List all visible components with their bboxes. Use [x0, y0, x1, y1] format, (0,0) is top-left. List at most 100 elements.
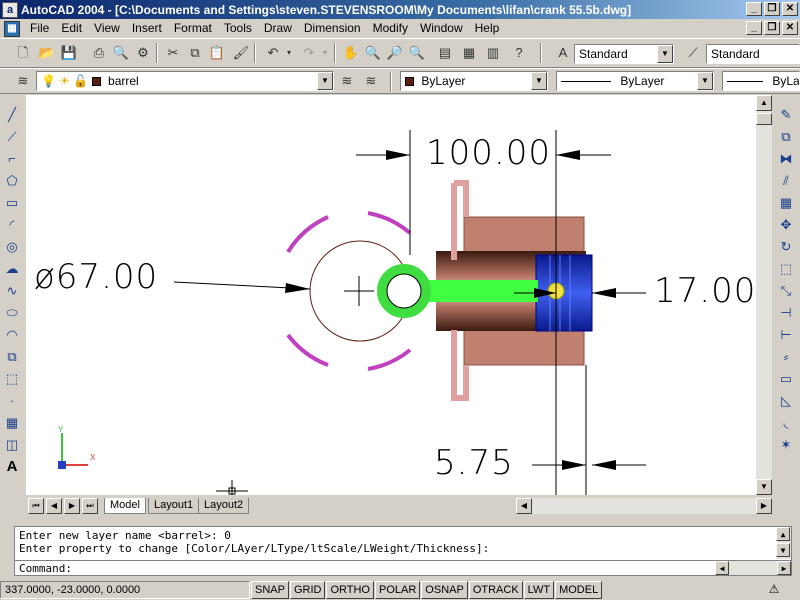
redo-dropdown-icon[interactable]: ▾: [320, 42, 330, 64]
save-icon[interactable]: 💾: [58, 42, 80, 64]
print-preview-icon[interactable]: 🔍: [110, 42, 132, 64]
dim-style-select[interactable]: Standard: [706, 44, 800, 64]
snap-toggle[interactable]: SNAP: [251, 581, 289, 599]
polyline-icon[interactable]: ⌐: [2, 149, 22, 169]
drawing-canvas[interactable]: 100.00 ø67.00 17.00 5.75 Y X: [26, 95, 756, 495]
layer-manager-icon[interactable]: ≋: [12, 70, 34, 92]
menu-draw[interactable]: Draw: [258, 19, 298, 38]
ellipse-icon[interactable]: ⬭: [2, 303, 22, 323]
cut-icon[interactable]: ✂: [162, 42, 184, 64]
zoom-previous-icon[interactable]: 🔍: [406, 42, 428, 64]
rectangle-icon[interactable]: ▭: [2, 193, 22, 213]
extend-icon[interactable]: ⊢: [776, 325, 796, 345]
help-icon[interactable]: ?: [508, 42, 530, 64]
lineweight-select[interactable]: ByLay: [722, 71, 800, 91]
command-input-bar[interactable]: Command: ◀ ▶: [15, 560, 791, 575]
dimension-5-75[interactable]: 5.75: [434, 443, 514, 483]
chevron-down-icon[interactable]: ▼: [657, 45, 673, 63]
last-tab-icon[interactable]: ⏭: [82, 498, 98, 514]
coordinate-readout[interactable]: 337.0000, -23.0000, 0.0000: [0, 581, 250, 599]
dimension-diameter-67[interactable]: ø67.00: [34, 257, 158, 297]
tab-layout1[interactable]: Layout1: [148, 498, 200, 514]
horizontal-scrollbar[interactable]: ◀ ▶: [516, 498, 772, 514]
region-icon[interactable]: ◫: [2, 435, 22, 455]
scroll-left-icon[interactable]: ◀: [516, 498, 532, 514]
linetype-select[interactable]: ByLayer ▼: [556, 71, 714, 91]
menu-window[interactable]: Window: [414, 19, 469, 38]
minimize-button[interactable]: _: [746, 2, 762, 16]
next-tab-icon[interactable]: ▶: [64, 498, 80, 514]
menu-modify[interactable]: Modify: [367, 19, 414, 38]
stretch-icon[interactable]: ⤡: [776, 281, 796, 301]
print-icon[interactable]: ⎙: [88, 42, 110, 64]
open-icon[interactable]: 📂: [36, 42, 58, 64]
dimension-17[interactable]: 17.00: [654, 271, 756, 311]
publish-icon[interactable]: ⚙: [132, 42, 154, 64]
polar-toggle[interactable]: POLAR: [375, 581, 421, 599]
communication-center-icon[interactable]: ⚠: [766, 582, 782, 598]
redo-icon[interactable]: ↷: [298, 42, 320, 64]
circle-icon[interactable]: ◎: [2, 237, 22, 257]
paste-icon[interactable]: 📋: [206, 42, 228, 64]
explode-icon[interactable]: ✶: [776, 435, 796, 455]
prev-tab-icon[interactable]: ◀: [46, 498, 62, 514]
fillet-icon[interactable]: ◟: [776, 413, 796, 433]
doc-restore-button[interactable]: ❐: [764, 21, 780, 35]
color-select[interactable]: ByLayer ▼: [400, 71, 548, 91]
close-button[interactable]: ✕: [782, 2, 798, 16]
menu-view[interactable]: View: [88, 19, 126, 38]
layer-select[interactable]: 💡 ☀ 🔓 barrel ▼: [36, 71, 334, 91]
autocad-app-icon[interactable]: a: [2, 1, 18, 18]
command-scrollbar[interactable]: ▲ ▼: [776, 527, 791, 559]
command-prompt[interactable]: Command:: [19, 562, 72, 575]
move-icon[interactable]: ✥: [776, 215, 796, 235]
copy-icon[interactable]: ⧉: [184, 42, 206, 64]
arc-icon[interactable]: ◜: [2, 215, 22, 235]
first-tab-icon[interactable]: ⏮: [28, 498, 44, 514]
scroll-down-icon[interactable]: ▼: [756, 479, 772, 495]
zoom-window-icon[interactable]: 🔎: [384, 42, 406, 64]
restore-button[interactable]: ❐: [764, 2, 780, 16]
vertical-scrollbar[interactable]: ▲ ▼: [756, 95, 772, 495]
spline-icon[interactable]: ∿: [2, 281, 22, 301]
undo-icon[interactable]: ↶: [262, 42, 284, 64]
chevron-down-icon[interactable]: ▼: [531, 72, 547, 90]
trim-icon[interactable]: ⊣: [776, 303, 796, 323]
polygon-icon[interactable]: ⬠: [2, 171, 22, 191]
scroll-down-icon[interactable]: ▼: [776, 543, 790, 557]
chevron-down-icon[interactable]: ▼: [317, 72, 333, 90]
lwt-toggle[interactable]: LWT: [523, 581, 555, 599]
mirror-icon[interactable]: ⧓: [776, 149, 796, 169]
otrack-toggle[interactable]: OTRACK: [468, 581, 523, 599]
command-horizontal-scrollbar[interactable]: ◀ ▶: [715, 561, 791, 575]
zoom-realtime-icon[interactable]: 🔍: [362, 42, 384, 64]
document-icon[interactable]: ▦: [4, 20, 20, 37]
line-icon[interactable]: ╱: [2, 105, 22, 125]
construction-line-icon[interactable]: ⟋: [2, 127, 22, 147]
insert-block-icon[interactable]: ⧉: [2, 347, 22, 367]
menu-help[interactable]: Help: [469, 19, 506, 38]
tab-model[interactable]: Model: [104, 498, 146, 514]
array-icon[interactable]: ▦: [776, 193, 796, 213]
menu-dimension[interactable]: Dimension: [298, 19, 367, 38]
tab-layout2[interactable]: Layout2: [198, 498, 250, 514]
dim-style-icon[interactable]: ⟋: [682, 42, 704, 64]
menu-insert[interactable]: Insert: [126, 19, 168, 38]
ellipse-arc-icon[interactable]: ◠: [2, 325, 22, 345]
design-center-icon[interactable]: ▦: [458, 42, 480, 64]
point-icon[interactable]: ·: [2, 391, 22, 411]
text-style-icon[interactable]: A: [552, 42, 574, 64]
copy-object-icon[interactable]: ⧉: [776, 127, 796, 147]
command-window[interactable]: Enter new layer name <barrel>: 0 Enter p…: [14, 526, 792, 576]
vertical-scroll-thumb[interactable]: [756, 113, 772, 125]
tool-palettes-icon[interactable]: ▥: [482, 42, 504, 64]
pan-realtime-icon[interactable]: ✋: [340, 42, 362, 64]
text-style-select[interactable]: Standard ▼: [574, 44, 674, 64]
osnap-toggle[interactable]: OSNAP: [421, 581, 468, 599]
doc-minimize-button[interactable]: _: [746, 21, 762, 35]
new-icon[interactable]: 🗋: [12, 42, 34, 64]
make-block-icon[interactable]: ⬚: [2, 369, 22, 389]
revision-cloud-icon[interactable]: ☁: [2, 259, 22, 279]
menu-file[interactable]: File: [24, 19, 55, 38]
model-toggle[interactable]: MODEL: [555, 581, 603, 599]
